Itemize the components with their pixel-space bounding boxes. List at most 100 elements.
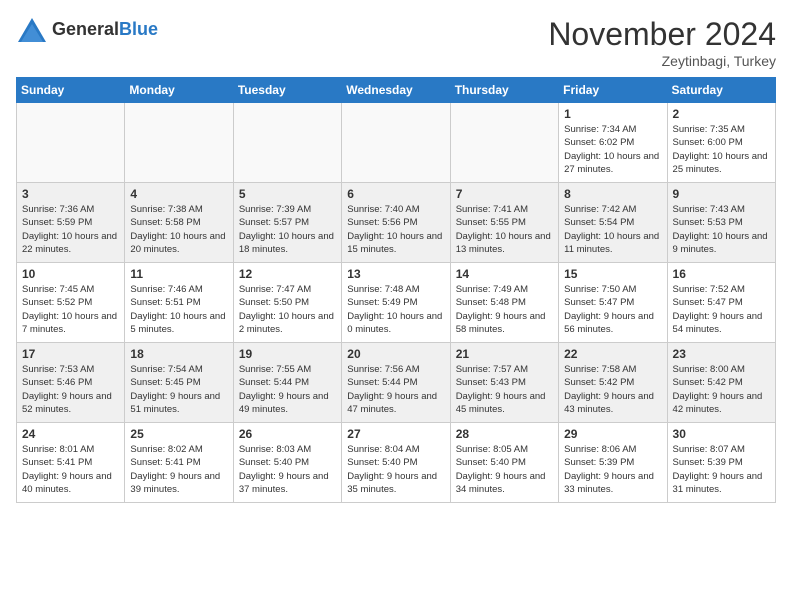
day-info: Sunrise: 7:46 AMSunset: 5:51 PMDaylight:… [130, 283, 227, 336]
day-info: Sunrise: 7:58 AMSunset: 5:42 PMDaylight:… [564, 363, 661, 416]
day-number: 29 [564, 427, 661, 441]
calendar-cell: 17 Sunrise: 7:53 AMSunset: 5:46 PMDayligh… [17, 343, 125, 423]
calendar-cell: 4Sunrise: 7:38 AMSunset: 5:58 PMDaylight… [125, 183, 233, 263]
day-info: Sunrise: 7:43 AMSunset: 5:53 PMDaylight:… [673, 203, 770, 256]
header-wednesday: Wednesday [342, 78, 450, 103]
day-info: Sunrise: 7:41 AMSunset: 5:55 PMDaylight:… [456, 203, 553, 256]
day-info: Sunrise: 7:49 AMSunset: 5:48 PMDaylight:… [456, 283, 553, 336]
calendar-cell: 9 Sunrise: 7:43 AMSunset: 5:53 PMDaylight… [667, 183, 775, 263]
calendar-cell: 25 Sunrise: 8:02 AMSunset: 5:41 PMDayligh… [125, 423, 233, 503]
calendar-cell: 29 Sunrise: 8:06 AMSunset: 5:39 PMDayligh… [559, 423, 667, 503]
day-info: Sunrise: 8:06 AMSunset: 5:39 PMDaylight:… [564, 443, 661, 496]
calendar-cell [233, 103, 341, 183]
calendar-cell: 27 Sunrise: 8:04 AMSunset: 5:40 PMDayligh… [342, 423, 450, 503]
day-info: Sunrise: 8:00 AMSunset: 5:42 PMDaylight:… [673, 363, 770, 416]
day-number: 30 [673, 427, 770, 441]
calendar-week-row: 10 Sunrise: 7:45 AMSunset: 5:52 PMDayligh… [17, 263, 776, 343]
calendar-cell: 26 Sunrise: 8:03 AMSunset: 5:40 PMDayligh… [233, 423, 341, 503]
day-number: 21 [456, 347, 553, 361]
calendar-cell [17, 103, 125, 183]
day-number: 3 [22, 187, 119, 201]
calendar-cell: 28 Sunrise: 8:05 AMSunset: 5:40 PMDayligh… [450, 423, 558, 503]
day-info: Sunrise: 7:53 AMSunset: 5:46 PMDaylight:… [22, 363, 119, 416]
day-number: 8 [564, 187, 661, 201]
day-info: Sunrise: 7:55 AMSunset: 5:44 PMDaylight:… [239, 363, 336, 416]
calendar-cell: 12 Sunrise: 7:47 AMSunset: 5:50 PMDayligh… [233, 263, 341, 343]
calendar-cell: 1Sunrise: 7:34 AMSunset: 6:02 PMDaylight… [559, 103, 667, 183]
day-info: Sunrise: 7:45 AMSunset: 5:52 PMDaylight:… [22, 283, 119, 336]
calendar-cell: 24Sunrise: 8:01 AMSunset: 5:41 PMDayligh… [17, 423, 125, 503]
calendar-cell: 30 Sunrise: 8:07 AMSunset: 5:39 PMDayligh… [667, 423, 775, 503]
day-number: 5 [239, 187, 336, 201]
calendar-cell: 19 Sunrise: 7:55 AMSunset: 5:44 PMDayligh… [233, 343, 341, 423]
day-info: Sunrise: 7:40 AMSunset: 5:56 PMDaylight:… [347, 203, 444, 256]
calendar-cell: 2Sunrise: 7:35 AMSunset: 6:00 PMDaylight… [667, 103, 775, 183]
day-info: Sunrise: 8:04 AMSunset: 5:40 PMDaylight:… [347, 443, 444, 496]
day-number: 25 [130, 427, 227, 441]
calendar-cell: 7 Sunrise: 7:41 AMSunset: 5:55 PMDaylight… [450, 183, 558, 263]
logo-general-text: General [52, 19, 119, 39]
calendar-cell [450, 103, 558, 183]
day-info: Sunrise: 7:57 AMSunset: 5:43 PMDaylight:… [456, 363, 553, 416]
day-info: Sunrise: 7:36 AMSunset: 5:59 PMDaylight:… [22, 203, 119, 256]
calendar-table: SundayMondayTuesdayWednesdayThursdayFrid… [16, 77, 776, 503]
day-number: 4 [130, 187, 227, 201]
day-info: Sunrise: 8:05 AMSunset: 5:40 PMDaylight:… [456, 443, 553, 496]
calendar-week-row: 1Sunrise: 7:34 AMSunset: 6:02 PMDaylight… [17, 103, 776, 183]
day-number: 16 [673, 267, 770, 281]
day-info: Sunrise: 8:03 AMSunset: 5:40 PMDaylight:… [239, 443, 336, 496]
day-number: 15 [564, 267, 661, 281]
day-number: 17 [22, 347, 119, 361]
day-number: 23 [673, 347, 770, 361]
day-number: 14 [456, 267, 553, 281]
day-number: 18 [130, 347, 227, 361]
day-info: Sunrise: 7:56 AMSunset: 5:44 PMDaylight:… [347, 363, 444, 416]
calendar-cell: 10 Sunrise: 7:45 AMSunset: 5:52 PMDayligh… [17, 263, 125, 343]
day-info: Sunrise: 7:35 AMSunset: 6:00 PMDaylight:… [673, 123, 770, 176]
title-block: November 2024 Zeytinbagi, Turkey [548, 16, 776, 69]
day-info: Sunrise: 7:42 AMSunset: 5:54 PMDaylight:… [564, 203, 661, 256]
day-info: Sunrise: 8:01 AMSunset: 5:41 PMDaylight:… [22, 443, 119, 496]
calendar-cell [342, 103, 450, 183]
day-number: 13 [347, 267, 444, 281]
day-info: Sunrise: 7:34 AMSunset: 6:02 PMDaylight:… [564, 123, 661, 176]
page-header: GeneralBlue November 2024 Zeytinbagi, Tu… [16, 16, 776, 69]
day-info: Sunrise: 8:07 AMSunset: 5:39 PMDaylight:… [673, 443, 770, 496]
day-info: Sunrise: 7:47 AMSunset: 5:50 PMDaylight:… [239, 283, 336, 336]
day-number: 26 [239, 427, 336, 441]
day-number: 19 [239, 347, 336, 361]
calendar-cell: 8 Sunrise: 7:42 AMSunset: 5:54 PMDaylight… [559, 183, 667, 263]
day-number: 9 [673, 187, 770, 201]
header-monday: Monday [125, 78, 233, 103]
calendar-week-row: 17 Sunrise: 7:53 AMSunset: 5:46 PMDayligh… [17, 343, 776, 423]
day-info: Sunrise: 8:02 AMSunset: 5:41 PMDaylight:… [130, 443, 227, 496]
day-info: Sunrise: 7:48 AMSunset: 5:49 PMDaylight:… [347, 283, 444, 336]
calendar-cell: 21 Sunrise: 7:57 AMSunset: 5:43 PMDayligh… [450, 343, 558, 423]
calendar-week-row: 24Sunrise: 8:01 AMSunset: 5:41 PMDayligh… [17, 423, 776, 503]
calendar-cell: 6 Sunrise: 7:40 AMSunset: 5:56 PMDaylight… [342, 183, 450, 263]
day-info: Sunrise: 7:39 AMSunset: 5:57 PMDaylight:… [239, 203, 336, 256]
day-number: 7 [456, 187, 553, 201]
day-info: Sunrise: 7:54 AMSunset: 5:45 PMDaylight:… [130, 363, 227, 416]
calendar-cell: 14 Sunrise: 7:49 AMSunset: 5:48 PMDayligh… [450, 263, 558, 343]
logo-text: GeneralBlue [52, 20, 158, 40]
calendar-cell: 16 Sunrise: 7:52 AMSunset: 5:47 PMDayligh… [667, 263, 775, 343]
day-number: 6 [347, 187, 444, 201]
header-saturday: Saturday [667, 78, 775, 103]
day-number: 12 [239, 267, 336, 281]
calendar-header-row: SundayMondayTuesdayWednesdayThursdayFrid… [17, 78, 776, 103]
header-tuesday: Tuesday [233, 78, 341, 103]
calendar-cell: 13 Sunrise: 7:48 AMSunset: 5:49 PMDayligh… [342, 263, 450, 343]
day-number: 28 [456, 427, 553, 441]
calendar-cell: 18 Sunrise: 7:54 AMSunset: 5:45 PMDayligh… [125, 343, 233, 423]
day-info: Sunrise: 7:52 AMSunset: 5:47 PMDaylight:… [673, 283, 770, 336]
day-number: 27 [347, 427, 444, 441]
calendar-week-row: 3 Sunrise: 7:36 AMSunset: 5:59 PMDaylight… [17, 183, 776, 263]
calendar-cell: 22Sunrise: 7:58 AMSunset: 5:42 PMDayligh… [559, 343, 667, 423]
day-number: 10 [22, 267, 119, 281]
logo-blue-text: Blue [119, 19, 158, 39]
header-thursday: Thursday [450, 78, 558, 103]
calendar-cell: 3 Sunrise: 7:36 AMSunset: 5:59 PMDaylight… [17, 183, 125, 263]
header-sunday: Sunday [17, 78, 125, 103]
logo-icon [16, 16, 48, 44]
